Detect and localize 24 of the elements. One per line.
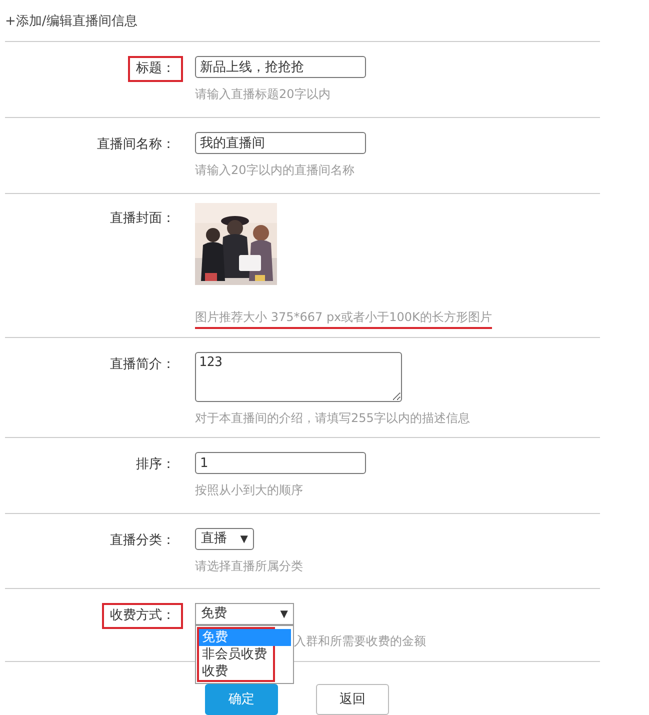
text-input[interactable]: 1 [195, 452, 366, 474]
text-input[interactable]: 我的直播间 [195, 132, 366, 154]
hint-text: 请选择直播所属分类 [195, 558, 303, 575]
text-input[interactable]: 新品上线，抢抢抢 [195, 56, 366, 78]
hint-text: 图片推荐大小 375*667 px或者小于100K的长方形图片 [195, 309, 492, 329]
hint-text: 请输入20字以内的直播间名称 [195, 162, 354, 179]
field-label: 标题： [128, 56, 183, 82]
field-label: 直播简介： [109, 356, 176, 374]
select-dropdown[interactable]: 直播 ▼ [195, 528, 254, 550]
back-button[interactable]: 返回 [316, 684, 389, 715]
select-dropdown[interactable]: 免费 ▼ [195, 603, 294, 625]
textarea-field[interactable]: 123 [195, 352, 402, 402]
section-heading: +添加/编辑直播间信息 [5, 0, 600, 42]
hint-text: 请输入直播标题20字以内 [195, 86, 330, 103]
hint-text: 入群和所需要收费的金额 [294, 633, 426, 650]
hint-text: 按照从小到大的顺序 [195, 482, 303, 499]
field-label: 直播分类： [109, 532, 176, 550]
dropdown-option[interactable]: 收费 [199, 663, 273, 680]
hint-text: 对于本直播间的介绍，请填写255字以内的描述信息 [195, 410, 470, 427]
field-label: 直播间名称： [96, 136, 176, 154]
field-label: 收费方式： [102, 603, 183, 629]
field-label: 排序： [135, 456, 176, 474]
field-label: 直播封面： [109, 210, 176, 228]
dropdown-option[interactable]: 非会员收费 [199, 646, 273, 663]
